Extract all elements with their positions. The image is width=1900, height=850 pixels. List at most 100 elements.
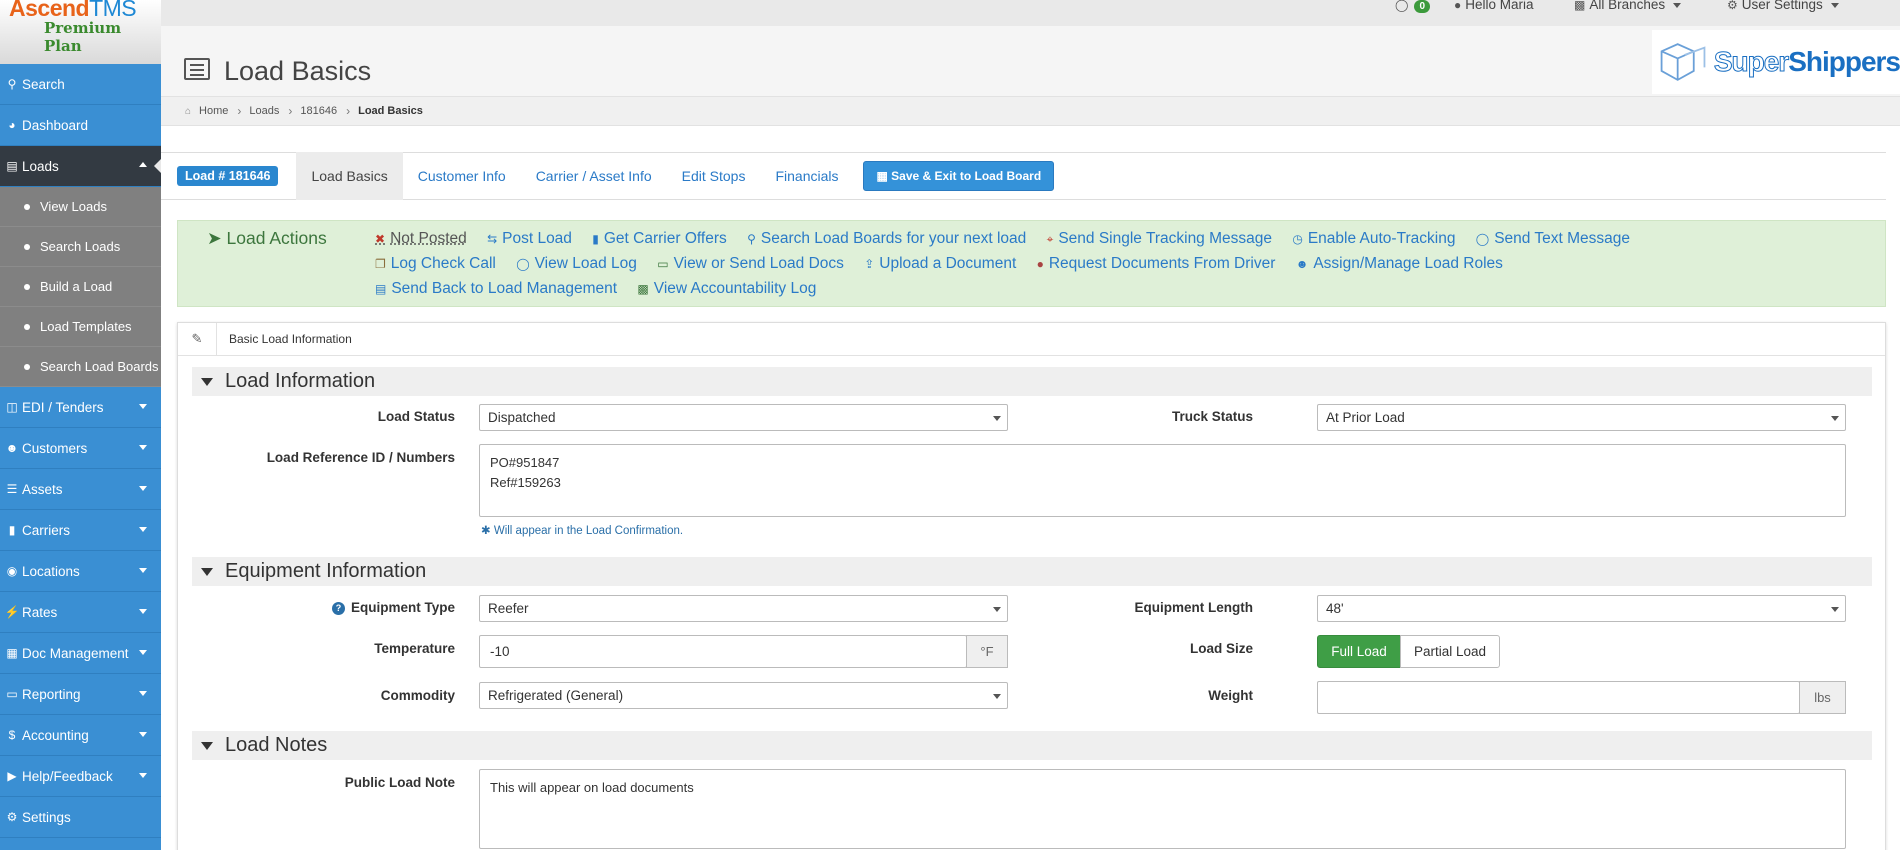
enable-auto-tracking-link[interactable]: ◷ Enable Auto-Tracking xyxy=(1292,230,1455,247)
sidebar-item-help-feedback[interactable]: ▶ Help/Feedback xyxy=(0,756,161,797)
log-check-call-link[interactable]: ❐ Log Check Call xyxy=(375,255,496,272)
sidebar-item-reporting[interactable]: ▭ Reporting xyxy=(0,674,161,715)
view-load-log-link[interactable]: ◯ View Load Log xyxy=(516,255,637,272)
breadcrumb-loads[interactable]: Loads xyxy=(249,105,279,117)
folder-icon: ▦ xyxy=(6,646,18,660)
file-icon: ▭ xyxy=(6,687,18,701)
sidebar-item-carriers[interactable]: ▮ Carriers xyxy=(0,510,161,551)
app-logo[interactable]: AscendTMS Premium Plan xyxy=(0,0,161,64)
chevron-down-icon xyxy=(1831,416,1839,421)
chevron-right-icon: › xyxy=(237,104,242,118)
inbox-icon: ◫ xyxy=(6,400,18,414)
partner-logo: SuperShippers xyxy=(1652,30,1900,94)
partial-load-toggle[interactable]: Partial Load xyxy=(1400,635,1500,668)
tab-customer-info[interactable]: Customer Info xyxy=(403,152,521,200)
bullet-icon xyxy=(24,283,30,290)
chevron-down-icon xyxy=(139,486,147,491)
caret-down-icon xyxy=(201,377,213,386)
sidebar-subitem-load-templates[interactable]: Load Templates xyxy=(0,307,161,347)
chevron-right-icon: › xyxy=(288,104,293,118)
sidebar-item-edi-tenders[interactable]: ◫ EDI / Tenders xyxy=(0,387,161,428)
messages-link[interactable]: ◯ 0 xyxy=(1395,0,1430,13)
sidebar-subitem-build-load[interactable]: Build a Load xyxy=(0,267,161,307)
panel-header: ✎ Basic Load Information xyxy=(178,322,1885,356)
post-load-link[interactable]: ⇆ Post Load xyxy=(487,230,572,247)
weight-input[interactable] xyxy=(1317,681,1800,714)
load-number-badge: Load # 181646 xyxy=(177,166,279,186)
bolt-icon: ⚡ xyxy=(4,605,20,619)
bullet-icon xyxy=(24,323,30,330)
dollar-icon: $ xyxy=(8,728,16,742)
sidebar-item-settings[interactable]: ⚙ Settings xyxy=(0,797,161,838)
not-posted-link[interactable]: ✖ Not Posted xyxy=(375,230,467,247)
asterisk-icon: ✱ xyxy=(481,525,494,537)
equipment-type-label: ? Equipment Type xyxy=(278,600,455,615)
load-actions-title: ➤ Load Actions xyxy=(207,228,327,248)
bullet-icon xyxy=(24,243,30,250)
retweet-icon: ⇆ xyxy=(487,232,498,246)
users-icon: ☻ xyxy=(5,441,19,455)
request-documents-link[interactable]: ● Request Documents From Driver xyxy=(1037,255,1276,272)
user-greeting[interactable]: ● Hello Maria xyxy=(1454,0,1534,12)
section-equipment-information[interactable]: Equipment Information xyxy=(192,557,1872,586)
public-note-textarea[interactable]: This will appear on load documents xyxy=(479,769,1846,849)
reference-hint: ✱ Will appear in the Load Confirmation. xyxy=(481,525,684,537)
send-tracking-message-link[interactable]: ⌖ Send Single Tracking Message xyxy=(1047,230,1272,247)
sidebar-item-search[interactable]: ⚲ Search xyxy=(0,64,161,105)
sidebar-item-accounting[interactable]: $ Accounting xyxy=(0,715,161,756)
tab-edit-stops[interactable]: Edit Stops xyxy=(667,152,761,200)
weight-label: Weight xyxy=(1208,688,1253,703)
truck-status-select[interactable]: At Prior Load xyxy=(1317,404,1846,431)
tab-load-basics[interactable]: Load Basics xyxy=(296,152,403,200)
sidebar-item-doc-management[interactable]: ▦ Doc Management xyxy=(0,633,161,674)
get-carrier-offers-link[interactable]: ▮ Get Carrier Offers xyxy=(592,230,727,247)
breadcrumb-home[interactable]: Home xyxy=(199,105,228,117)
sidebar-item-dashboard[interactable]: ◕ Dashboard xyxy=(0,105,161,146)
pencil-icon[interactable]: ✎ xyxy=(178,322,217,356)
assign-load-roles-link[interactable]: ☻ Assign/Manage Load Roles xyxy=(1296,255,1503,272)
search-load-boards-link[interactable]: ⚲ Search Load Boards for your next load xyxy=(747,230,1026,247)
branches-dropdown[interactable]: ▩ All Branches xyxy=(1574,0,1682,12)
chevron-down-icon xyxy=(139,404,147,409)
clock-icon: ◷ xyxy=(1292,232,1303,246)
home-icon: ⌂ xyxy=(185,105,192,117)
sidebar-item-locations[interactable]: ◉ Locations xyxy=(0,551,161,592)
load-status-select[interactable]: Dispatched xyxy=(479,404,1008,431)
comment-icon: ◯ xyxy=(1395,0,1409,12)
equipment-type-select[interactable]: Reefer xyxy=(479,595,1008,622)
weight-unit: lbs xyxy=(1799,681,1846,714)
section-load-information[interactable]: Load Information xyxy=(192,367,1872,396)
question-circle-icon[interactable]: ? xyxy=(331,602,345,615)
view-send-load-docs-link[interactable]: ▭ View or Send Load Docs xyxy=(657,255,844,272)
bullet-icon xyxy=(24,203,30,210)
sidebar-subitem-search-loads[interactable]: Search Loads xyxy=(0,227,161,267)
save-exit-button[interactable]: ▦ Save & Exit to Load Board xyxy=(863,161,1055,191)
truck-icon: ▮ xyxy=(8,523,16,537)
sidebar-item-loads[interactable]: ▤ Loads xyxy=(0,146,162,187)
user-settings-dropdown[interactable]: ⚙ User Settings xyxy=(1727,0,1839,12)
user-icon: ● xyxy=(1036,257,1044,271)
chevron-down-icon xyxy=(1830,2,1839,8)
section-load-notes[interactable]: Load Notes xyxy=(192,731,1872,760)
equipment-length-select[interactable]: 48' xyxy=(1317,595,1846,622)
sidebar: AscendTMS Premium Plan ⚲ Search ◕ Dashboar… xyxy=(0,0,162,850)
sidebar-subitem-search-load-boards[interactable]: Search Load Boards xyxy=(0,347,161,387)
view-accountability-log-link[interactable]: ▩ View Accountability Log xyxy=(637,280,816,297)
breadcrumb-load-id[interactable]: 181646 xyxy=(300,105,337,117)
temperature-input[interactable]: -10 xyxy=(479,635,967,668)
sidebar-item-customers[interactable]: ☻ Customers xyxy=(0,428,161,469)
tab-financials[interactable]: Financials xyxy=(760,152,853,200)
save-icon: ▦ xyxy=(876,169,892,183)
full-load-toggle[interactable]: Full Load xyxy=(1317,635,1401,668)
sidebar-item-rates[interactable]: ⚡ Rates xyxy=(0,592,161,633)
commodity-select[interactable]: Refrigerated (General) xyxy=(479,682,1008,709)
sidebar-item-assets[interactable]: ☰ Assets xyxy=(0,469,161,510)
tab-carrier-asset-info[interactable]: Carrier / Asset Info xyxy=(521,152,667,200)
breadcrumb: ⌂ Home › Loads › 181646 › Load Basics xyxy=(161,96,1900,126)
upload-icon: ⇪ xyxy=(864,257,875,271)
sidebar-subitem-view-loads[interactable]: View Loads xyxy=(0,187,161,227)
send-text-message-link[interactable]: ◯ Send Text Message xyxy=(1476,230,1630,247)
reference-textarea[interactable]: PO#951847 Ref#159263 xyxy=(479,444,1846,517)
send-back-to-management-link[interactable]: ▤ Send Back to Load Management xyxy=(375,280,617,297)
upload-document-link[interactable]: ⇪ Upload a Document xyxy=(864,255,1016,272)
